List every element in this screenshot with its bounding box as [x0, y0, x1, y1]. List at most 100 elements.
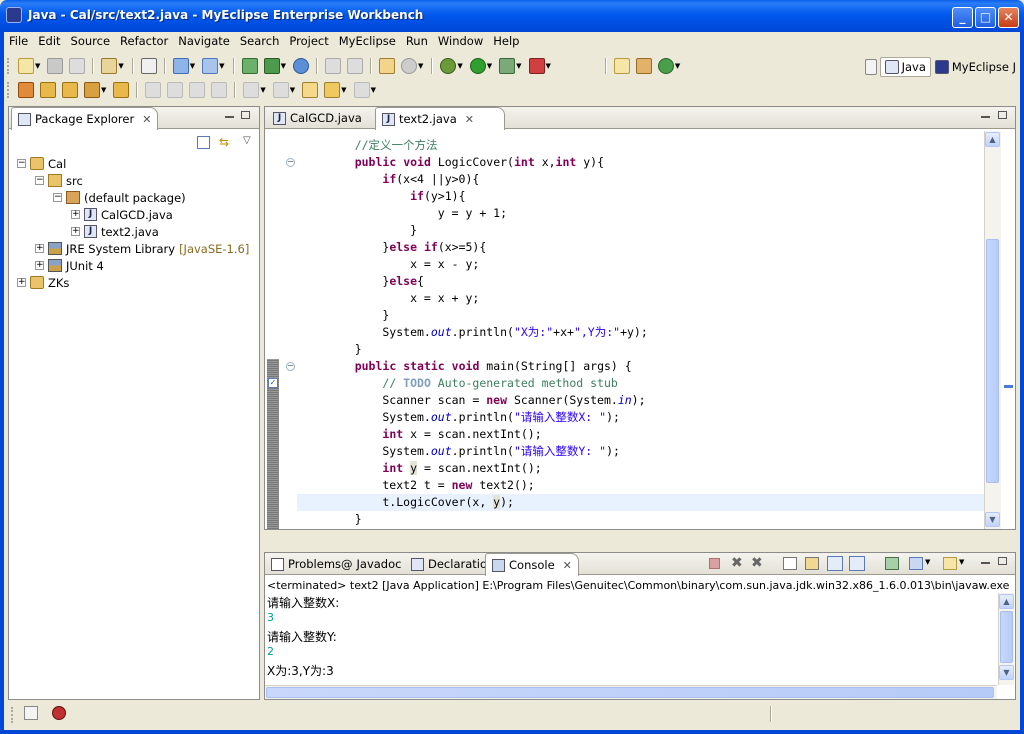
menu-refactor[interactable]: Refactor: [115, 32, 173, 50]
clear-console-icon[interactable]: [783, 557, 797, 570]
stop-external-icon[interactable]: [528, 58, 545, 74]
remove-all-launches-icon[interactable]: ✖: [751, 555, 763, 571]
maximize-view-icon[interactable]: [241, 111, 250, 119]
link-with-editor-icon[interactable]: ⇆: [219, 136, 233, 149]
menu-run[interactable]: Run: [401, 32, 433, 50]
code-line[interactable]: Scanner scan = new Scanner(System.in);: [327, 392, 645, 409]
code-line[interactable]: }: [327, 511, 362, 528]
next-annotation-icon[interactable]: [243, 82, 260, 98]
tree-item-calgcd[interactable]: + J CalGCD.java: [71, 206, 173, 223]
tab-console[interactable]: Console ✕: [485, 553, 579, 576]
view-menu-icon[interactable]: ▽: [243, 135, 251, 146]
tree-item-cal[interactable]: − Cal: [17, 155, 66, 172]
menu-window[interactable]: Window: [433, 32, 488, 50]
deploy-icon[interactable]: [241, 58, 258, 74]
chevron-down-icon[interactable]: ▼: [457, 62, 462, 70]
menu-navigate[interactable]: Navigate: [173, 32, 235, 50]
tab-javadoc[interactable]: @ Javadoc: [335, 553, 407, 575]
collapse-toggle-icon[interactable]: −: [17, 159, 26, 168]
menu-help[interactable]: Help: [488, 32, 524, 50]
tree-item-junit[interactable]: + JUnit 4: [35, 257, 104, 274]
bug-icon[interactable]: [52, 706, 66, 720]
expand-toggle-icon[interactable]: +: [17, 278, 26, 287]
scroll-up-icon[interactable]: ▲: [999, 594, 1014, 609]
chevron-down-icon[interactable]: ▼: [341, 86, 346, 94]
edit-disabled-icon[interactable]: [167, 82, 184, 98]
tab-package-explorer[interactable]: Package Explorer ✕: [11, 107, 159, 130]
refresh-disabled-icon[interactable]: [346, 58, 363, 74]
last-edit-location-icon[interactable]: [302, 82, 319, 98]
forward-arrow-icon[interactable]: [353, 82, 370, 98]
code-line[interactable]: }else{: [327, 273, 424, 290]
chevron-down-icon[interactable]: ▼: [260, 86, 265, 94]
code-line[interactable]: y = y + 1;: [327, 205, 507, 222]
open-folder-alt-icon[interactable]: [62, 82, 78, 98]
open-perspective-icon[interactable]: [865, 59, 877, 75]
new-icon[interactable]: [18, 58, 34, 74]
console-output[interactable]: 请输入整数X: 3 请输入整数Y: 2 X为:3,Y为:3: [265, 593, 997, 685]
tools-icon[interactable]: [84, 82, 100, 98]
chevron-down-icon[interactable]: ▼: [959, 558, 964, 566]
chevron-down-icon[interactable]: ▼: [546, 62, 551, 70]
image-icon[interactable]: [378, 58, 395, 74]
open-resource-icon[interactable]: [113, 82, 130, 98]
code-line[interactable]: x = x + y;: [327, 290, 479, 307]
tree-item-text2[interactable]: + J text2.java: [71, 223, 159, 240]
menu-search[interactable]: Search: [235, 32, 285, 50]
code-line[interactable]: System.out.println("请输入整数X: ");: [327, 409, 620, 426]
navigate-back-disabled-icon[interactable]: [324, 58, 341, 74]
print-icon[interactable]: [69, 58, 86, 74]
scrollbar-thumb[interactable]: [986, 239, 999, 483]
scroll-lock-icon[interactable]: [805, 557, 819, 570]
fold-toggle-icon[interactable]: −: [286, 158, 295, 167]
debug-icon[interactable]: [440, 58, 457, 74]
show-stderr-icon[interactable]: [849, 556, 865, 571]
code-line[interactable]: // TODO Auto-generated method stub: [327, 375, 617, 392]
globe-icon[interactable]: [292, 58, 309, 74]
chevron-down-icon[interactable]: ▼: [290, 86, 295, 94]
code-line[interactable]: public void LogicCover(int x,int y){: [327, 154, 604, 171]
overview-marker[interactable]: [1004, 385, 1013, 388]
tree-item-zks[interactable]: + ZKs: [17, 274, 69, 291]
chevron-down-icon[interactable]: ▼: [487, 62, 492, 70]
chevron-down-icon[interactable]: ▼: [190, 62, 195, 70]
collapse-toggle-icon[interactable]: −: [35, 176, 44, 185]
chevron-down-icon[interactable]: ▼: [925, 558, 930, 566]
code-line[interactable]: }: [327, 222, 417, 239]
prev-annotation-icon[interactable]: [272, 82, 289, 98]
chevron-down-icon[interactable]: ▼: [516, 62, 521, 70]
menu-myeclipse[interactable]: MyEclipse: [334, 32, 401, 50]
run-external-icon[interactable]: [499, 58, 516, 74]
scrollbar-thumb[interactable]: [266, 687, 994, 698]
code-line[interactable]: }else if(x>=5){: [327, 239, 486, 256]
code-line[interactable]: text2 t = new text2();: [327, 477, 534, 494]
chevron-down-icon[interactable]: ▼: [371, 86, 376, 94]
code-line[interactable]: x = x - y;: [327, 256, 479, 273]
code-line[interactable]: public static void main(String[] args) {: [327, 358, 632, 375]
perspective-java[interactable]: Java: [879, 57, 931, 77]
open-console-icon[interactable]: [943, 557, 957, 570]
back-arrow-icon[interactable]: [324, 82, 341, 98]
expand-toggle-icon[interactable]: +: [35, 244, 44, 253]
console-horizontal-scrollbar[interactable]: [265, 685, 997, 699]
open-bean-icon[interactable]: [18, 82, 34, 98]
tree-item-src[interactable]: − src: [35, 172, 83, 189]
maximize-view-icon[interactable]: [998, 111, 1007, 119]
fast-view-icon[interactable]: [24, 706, 38, 720]
task-marker-icon[interactable]: ✓: [268, 378, 278, 388]
chevron-down-icon[interactable]: ▼: [101, 86, 106, 94]
chevron-down-icon[interactable]: ▼: [675, 62, 680, 70]
code-line[interactable]: int x = scan.nextInt();: [327, 426, 541, 443]
menu-source[interactable]: Source: [66, 32, 116, 50]
chevron-down-icon[interactable]: ▼: [35, 62, 40, 70]
code-line[interactable]: int y = scan.nextInt();: [327, 460, 542, 477]
expand-toggle-icon[interactable]: +: [71, 227, 80, 236]
new-class-icon[interactable]: [635, 58, 652, 74]
tab-text2[interactable]: J text2.java ✕: [375, 107, 505, 130]
open-folder-icon[interactable]: [40, 82, 56, 98]
run-server-icon[interactable]: [263, 58, 280, 74]
expand-toggle-icon[interactable]: +: [71, 210, 80, 219]
menu-project[interactable]: Project: [284, 32, 333, 50]
open-type-icon[interactable]: [657, 58, 674, 74]
maximize-button[interactable]: □: [975, 7, 996, 28]
